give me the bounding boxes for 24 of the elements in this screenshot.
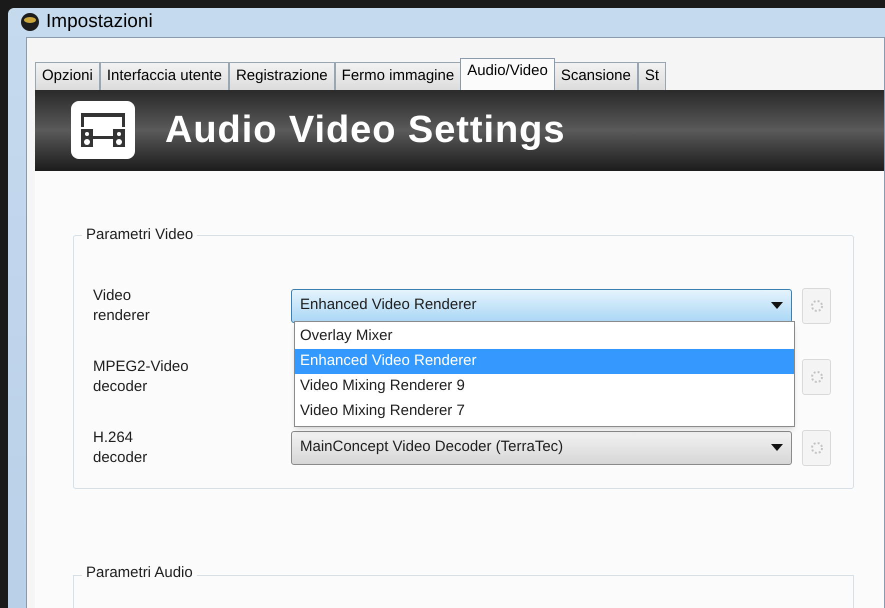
- caret-icon: [771, 302, 783, 310]
- gear-icon: [808, 440, 824, 456]
- banner-title: Audio Video Settings: [165, 108, 566, 152]
- tab[interactable]: Interfaccia utente: [100, 62, 229, 90]
- app-logo-icon: [20, 12, 40, 32]
- field-label: Video renderer: [93, 286, 151, 326]
- dropdown-option[interactable]: Video Mixing Renderer 7: [295, 398, 794, 424]
- dropdown-option[interactable]: Video Mixing Renderer 9: [295, 374, 794, 398]
- tab[interactable]: St: [638, 62, 666, 90]
- gear-icon: [808, 368, 824, 384]
- tab[interactable]: Opzioni: [35, 62, 100, 90]
- field-label: H.264 decoder: [93, 428, 148, 468]
- tab[interactable]: Registrazione: [228, 62, 335, 90]
- stereo-icon: [71, 101, 135, 159]
- field-label: MPEG2-Video decoder: [93, 356, 190, 396]
- gear-icon: [808, 298, 824, 314]
- caret-icon: [771, 444, 783, 452]
- dropdown[interactable]: MainConcept Video Decoder (TerraTec): [291, 430, 792, 464]
- dropdown-option[interactable]: Overlay Mixer: [295, 324, 794, 348]
- tab[interactable]: Scansione: [554, 62, 638, 90]
- window-title: Impostazioni: [46, 10, 153, 34]
- tab[interactable]: Fermo immagine: [334, 62, 462, 90]
- dropdown[interactable]: Enhanced Video Renderer: [291, 288, 792, 322]
- tab[interactable]: Audio/Video: [460, 58, 555, 90]
